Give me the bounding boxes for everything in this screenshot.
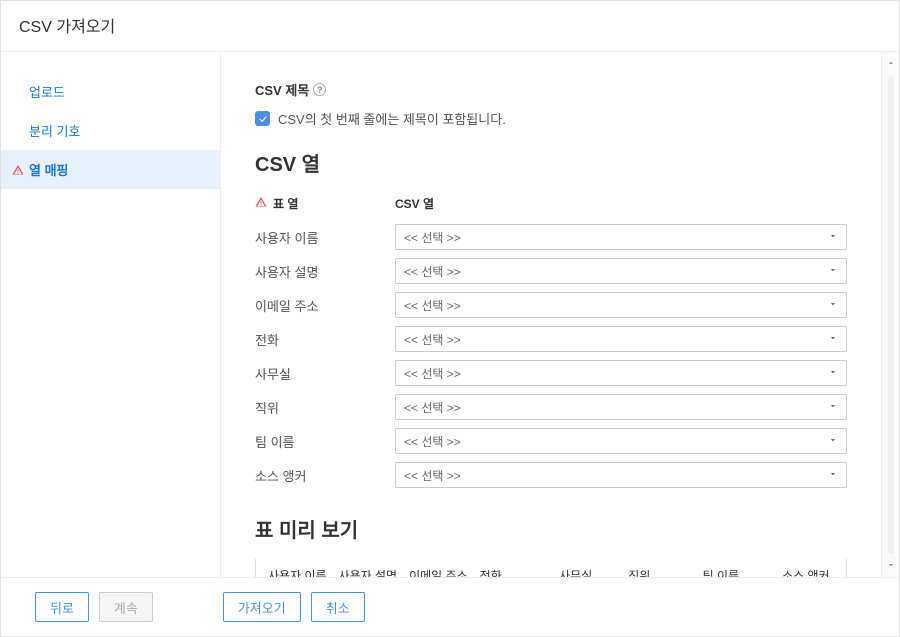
preview-col: 사용자 설명	[333, 567, 404, 577]
column-select-userdesc[interactable]: << 선택 >>	[395, 258, 847, 284]
csv-columns-heading: CSV 열	[255, 148, 847, 177]
chevron-down-icon	[828, 332, 838, 346]
mapping-header-csv-column: CSV 열	[395, 195, 847, 216]
sidebar-item-label: 분리 기호	[29, 121, 80, 140]
checkbox-label: CSV의 첫 번째 줄에는 제목이 포함됩니다.	[278, 109, 506, 128]
field-label: 팀 이름	[255, 432, 395, 451]
chevron-down-icon	[828, 264, 838, 278]
sidebar-item-label: 업로드	[29, 82, 65, 101]
column-select-email[interactable]: << 선택 >>	[395, 292, 847, 318]
preview-col: 전화	[474, 567, 554, 577]
csv-import-window: CSV 가져오기 업로드 분리 기호 열 매핑 CSV 제목	[0, 0, 900, 637]
csv-title-text: CSV 제목	[255, 80, 309, 99]
select-value: << 선택 >>	[404, 331, 461, 348]
cancel-button[interactable]: 취소	[311, 592, 365, 622]
select-value: << 선택 >>	[404, 399, 461, 416]
scroll-up-icon[interactable]	[886, 56, 896, 71]
mapping-header-table-column: 표 열	[255, 195, 395, 216]
preview-table: 사용자 이름 사용자 설명 이메일 주소 전화 사무실 직위 팀 이름 소스 앵…	[255, 559, 847, 577]
select-value: << 선택 >>	[404, 297, 461, 314]
warning-icon	[255, 196, 267, 211]
select-value: << 선택 >>	[404, 467, 461, 484]
preview-col: 이메일 주소	[403, 567, 474, 577]
sidebar-item-upload[interactable]: 업로드	[1, 72, 220, 111]
sidebar-item-label: 열 매핑	[29, 160, 69, 179]
chevron-down-icon	[828, 468, 838, 482]
column-select-office[interactable]: << 선택 >>	[395, 360, 847, 386]
column-select-username[interactable]: << 선택 >>	[395, 224, 847, 250]
preview-col: 사용자 이름	[262, 567, 333, 577]
field-label: 이메일 주소	[255, 296, 395, 315]
select-value: << 선택 >>	[404, 263, 461, 280]
preview-col: 사무실	[553, 567, 622, 577]
vertical-scrollbar[interactable]	[881, 52, 899, 577]
main-wrap: CSV 제목 ? CSV의 첫 번째 줄에는 제목이 포함됩니다. CSV 열	[221, 52, 899, 577]
column-select-phone[interactable]: << 선택 >>	[395, 326, 847, 352]
scroll-down-icon[interactable]	[886, 558, 896, 573]
wizard-sidebar: 업로드 분리 기호 열 매핑	[1, 52, 221, 577]
preview-table-header: 사용자 이름 사용자 설명 이메일 주소 전화 사무실 직위 팀 이름 소스 앵…	[256, 559, 846, 577]
chevron-down-icon	[828, 230, 838, 244]
table-preview-heading: 표 미리 보기	[255, 514, 847, 543]
window-body: 업로드 분리 기호 열 매핑 CSV 제목 ?	[1, 52, 899, 577]
preview-col: 팀 이름	[697, 567, 777, 577]
select-value: << 선택 >>	[404, 365, 461, 382]
sidebar-item-delimiter[interactable]: 분리 기호	[1, 111, 220, 150]
field-label: 사무실	[255, 364, 395, 383]
back-button[interactable]: 뒤로	[35, 592, 89, 622]
window-title: CSV 가져오기	[1, 1, 899, 52]
sidebar-item-column-mapping[interactable]: 열 매핑	[1, 150, 220, 189]
warning-icon	[11, 164, 25, 176]
mapping-header-left-label: 표 열	[273, 195, 298, 212]
chevron-down-icon	[828, 434, 838, 448]
checkbox-checked-icon[interactable]	[255, 111, 270, 126]
wizard-footer: 뒤로 계속 가져오기 취소	[1, 577, 899, 636]
continue-button: 계속	[99, 592, 153, 622]
chevron-down-icon	[828, 366, 838, 380]
field-label: 사용자 설명	[255, 262, 395, 281]
column-select-source-anchor[interactable]: << 선택 >>	[395, 462, 847, 488]
column-select-team[interactable]: << 선택 >>	[395, 428, 847, 454]
field-label: 사용자 이름	[255, 228, 395, 247]
help-icon[interactable]: ?	[313, 83, 326, 96]
import-button[interactable]: 가져오기	[223, 592, 301, 622]
column-mapping-grid: 표 열 CSV 열 사용자 이름 << 선택 >> 사용자 설명 << 선택 >…	[255, 195, 847, 488]
select-value: << 선택 >>	[404, 433, 461, 450]
field-label: 전화	[255, 330, 395, 349]
select-value: << 선택 >>	[404, 229, 461, 246]
preview-col: 직위	[622, 567, 696, 577]
field-label: 직위	[255, 398, 395, 417]
scroll-track[interactable]	[888, 75, 894, 554]
csv-title-heading: CSV 제목 ?	[255, 80, 847, 99]
preview-col: 소스 앵커	[776, 567, 840, 577]
first-row-header-checkbox-row: CSV의 첫 번째 줄에는 제목이 포함됩니다.	[255, 109, 847, 128]
field-label: 소스 앵커	[255, 466, 395, 485]
main-panel: CSV 제목 ? CSV의 첫 번째 줄에는 제목이 포함됩니다. CSV 열	[221, 52, 881, 577]
chevron-down-icon	[828, 400, 838, 414]
chevron-down-icon	[828, 298, 838, 312]
column-select-title[interactable]: << 선택 >>	[395, 394, 847, 420]
